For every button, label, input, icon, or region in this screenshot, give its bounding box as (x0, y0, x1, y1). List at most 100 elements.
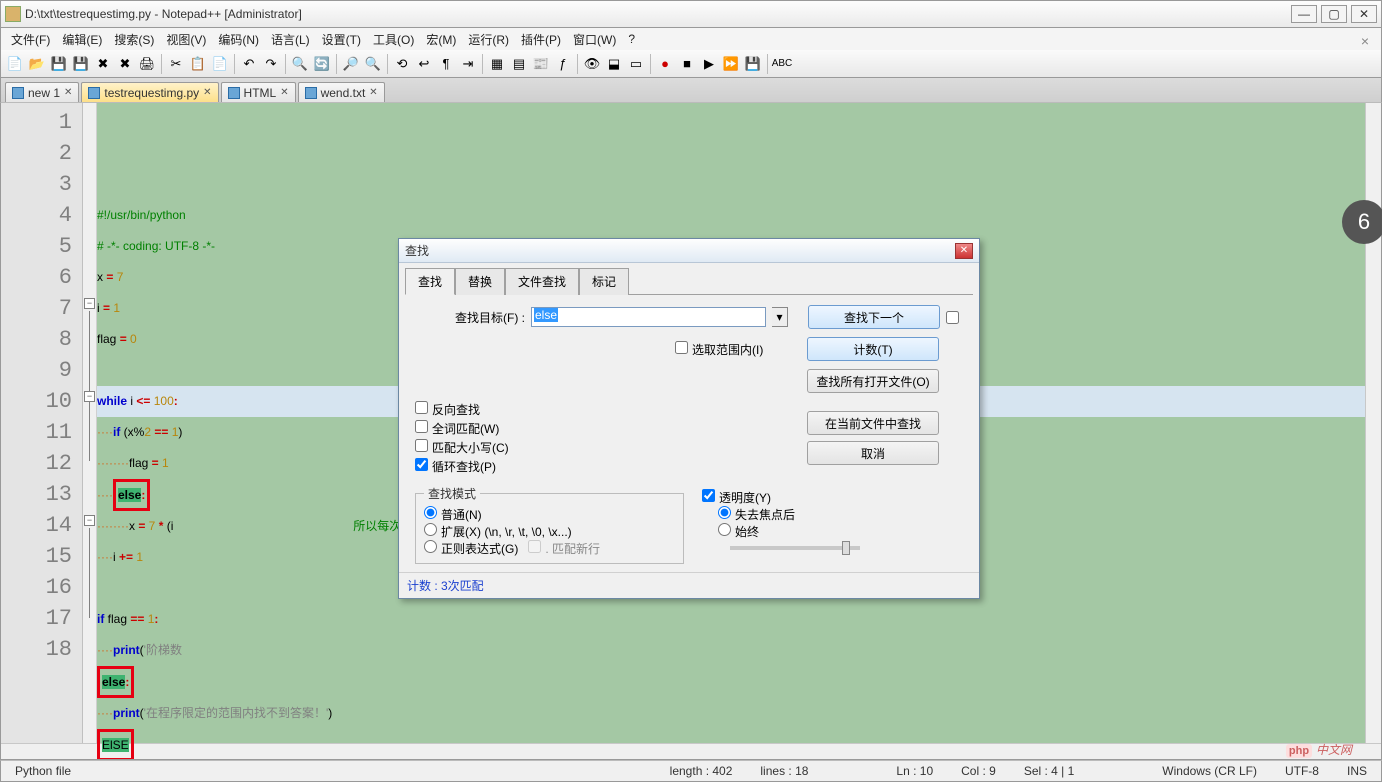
doc-icon[interactable]: 📰 (531, 54, 551, 74)
find-titlebar[interactable]: 查找 ✕ (399, 239, 979, 263)
replace-icon[interactable]: 🔄 (312, 54, 332, 74)
playfast-icon[interactable]: ⏩ (721, 54, 741, 74)
tab-html[interactable]: HTML✕ (221, 82, 296, 102)
find-target-input[interactable]: else (531, 307, 766, 327)
fold-icon[interactable]: ▦ (487, 54, 507, 74)
find-tab-replace[interactable]: 替换 (455, 268, 505, 295)
transparency-slider[interactable] (730, 546, 860, 550)
func-icon[interactable]: ƒ (553, 54, 573, 74)
menu-view[interactable]: 视图(V) (160, 29, 212, 50)
maximize-button[interactable]: ▢ (1321, 5, 1347, 23)
redo-icon[interactable]: ↷ (261, 54, 281, 74)
tab-new1[interactable]: new 1✕ (5, 82, 79, 102)
print-icon[interactable]: 🖨 (137, 54, 157, 74)
chk-loop[interactable]: 循环查找(P) (415, 458, 509, 475)
closeall-icon[interactable]: ✖ (115, 54, 135, 74)
unfold-icon[interactable]: ▤ (509, 54, 529, 74)
fold-toggle-icon[interactable]: − (84, 515, 95, 526)
close-button[interactable]: ✕ (1351, 5, 1377, 23)
count-button[interactable]: 计数(T) (807, 337, 939, 361)
sync-icon[interactable]: ⟲ (392, 54, 412, 74)
search-mode-legend: 查找模式 (424, 485, 480, 502)
menu-settings[interactable]: 设置(T) (316, 29, 367, 50)
menu-run[interactable]: 运行(R) (462, 29, 515, 50)
code-line: else: (97, 675, 134, 689)
close-doc-icon[interactable]: × (1355, 31, 1375, 51)
menu-tools[interactable]: 工具(O) (367, 29, 420, 50)
cancel-button[interactable]: 取消 (807, 441, 939, 465)
line-number: 13 (1, 479, 82, 510)
menu-language[interactable]: 语言(L) (265, 29, 316, 50)
tab-wend[interactable]: wend.txt✕ (298, 82, 385, 102)
find-tab-infiles[interactable]: 文件查找 (505, 268, 579, 295)
find-all-open-button[interactable]: 查找所有打开文件(O) (807, 369, 939, 393)
copy-icon[interactable]: 📋 (188, 54, 208, 74)
radio-always[interactable]: 始终 (718, 525, 759, 539)
spell-icon[interactable]: ABC (772, 54, 792, 74)
code-line: ····i += 1 (97, 550, 143, 564)
play-icon[interactable]: ▶ (699, 54, 719, 74)
minimize-button[interactable]: — (1291, 5, 1317, 23)
find-tab-mark[interactable]: 标记 (579, 268, 629, 295)
wrap-icon[interactable]: ↩ (414, 54, 434, 74)
saveall-icon[interactable]: 💾 (71, 54, 91, 74)
monitor-icon[interactable]: ▭ (626, 54, 646, 74)
line-number: 10 (1, 386, 82, 417)
save-icon[interactable]: 💾 (49, 54, 69, 74)
find-close-icon[interactable]: ✕ (955, 243, 973, 259)
radio-extended[interactable]: 扩展(X) (\n, \r, \t, \0, \x...) (424, 525, 572, 539)
chk-dotnewline[interactable]: . 匹配新行 (528, 542, 600, 556)
menu-window[interactable]: 窗口(W) (567, 29, 622, 50)
open-icon[interactable]: 📂 (27, 54, 47, 74)
find-tab-find[interactable]: 查找 (405, 268, 455, 295)
paste-icon[interactable]: 📄 (210, 54, 230, 74)
slider-thumb-icon[interactable] (842, 541, 850, 555)
menu-encoding[interactable]: 编码(N) (212, 29, 265, 50)
record-icon[interactable]: ● (655, 54, 675, 74)
zoomout-icon[interactable]: 🔍 (363, 54, 383, 74)
find-dropdown-icon[interactable]: ▾ (772, 307, 788, 327)
menu-help[interactable]: ? (622, 30, 641, 48)
tab-testrequestimg[interactable]: testrequestimg.py✕ (81, 82, 218, 102)
zoomin-icon[interactable]: 🔎 (341, 54, 361, 74)
compare-icon[interactable]: ⬓ (604, 54, 624, 74)
chk-matchcase[interactable]: 匹配大小写(C) (415, 439, 509, 456)
find-next-button[interactable]: 查找下一个 (808, 305, 940, 329)
line-number: 8 (1, 324, 82, 355)
chk-backward[interactable]: 反向查找 (415, 401, 509, 418)
saverec-icon[interactable]: 💾 (743, 54, 763, 74)
close-icon[interactable]: ✖ (93, 54, 113, 74)
tab-close-icon[interactable]: ✕ (280, 87, 288, 98)
floating-badge[interactable]: 6 (1342, 200, 1382, 244)
radio-onblur[interactable]: 失去焦点后 (718, 508, 795, 522)
code-line: ········x = 7 * (i······················… (97, 519, 432, 533)
status-col: Col : 9 (947, 764, 1010, 778)
menu-search[interactable]: 搜索(S) (108, 29, 160, 50)
tab-close-icon[interactable]: ✕ (64, 87, 72, 98)
radio-normal[interactable]: 普通(N) (424, 508, 482, 522)
chk-wholeword[interactable]: 全词匹配(W) (415, 420, 509, 437)
find-range-option[interactable]: 选取范围内(I) (675, 341, 763, 358)
indent-icon[interactable]: ⇥ (458, 54, 478, 74)
menu-file[interactable]: 文件(F) (5, 29, 56, 50)
fold-toggle-icon[interactable]: − (84, 298, 95, 309)
menu-macro[interactable]: 宏(M) (420, 29, 462, 50)
undo-icon[interactable]: ↶ (239, 54, 259, 74)
menu-plugins[interactable]: 插件(P) (515, 29, 567, 50)
fold-toggle-icon[interactable]: − (84, 391, 95, 402)
showall-icon[interactable]: ¶ (436, 54, 456, 74)
tab-close-icon[interactable]: ✕ (203, 87, 211, 98)
menu-edit[interactable]: 编辑(E) (56, 29, 108, 50)
find-tabbar: 查找 替换 文件查找 标记 (399, 263, 979, 294)
vertical-scrollbar[interactable] (1365, 103, 1381, 743)
chk-transparency[interactable]: 透明度(Y) (702, 491, 771, 505)
find-icon[interactable]: 🔍 (290, 54, 310, 74)
new-icon[interactable]: 📄 (5, 54, 25, 74)
find-aux-checkbox[interactable] (946, 311, 959, 324)
tab-close-icon[interactable]: ✕ (369, 87, 377, 98)
eye-icon[interactable]: 👁 (582, 54, 602, 74)
stop-icon[interactable]: ■ (677, 54, 697, 74)
find-in-current-button[interactable]: 在当前文件中查找 (807, 411, 939, 435)
radio-regex[interactable]: 正则表达式(G) (424, 542, 518, 556)
cut-icon[interactable]: ✂ (166, 54, 186, 74)
